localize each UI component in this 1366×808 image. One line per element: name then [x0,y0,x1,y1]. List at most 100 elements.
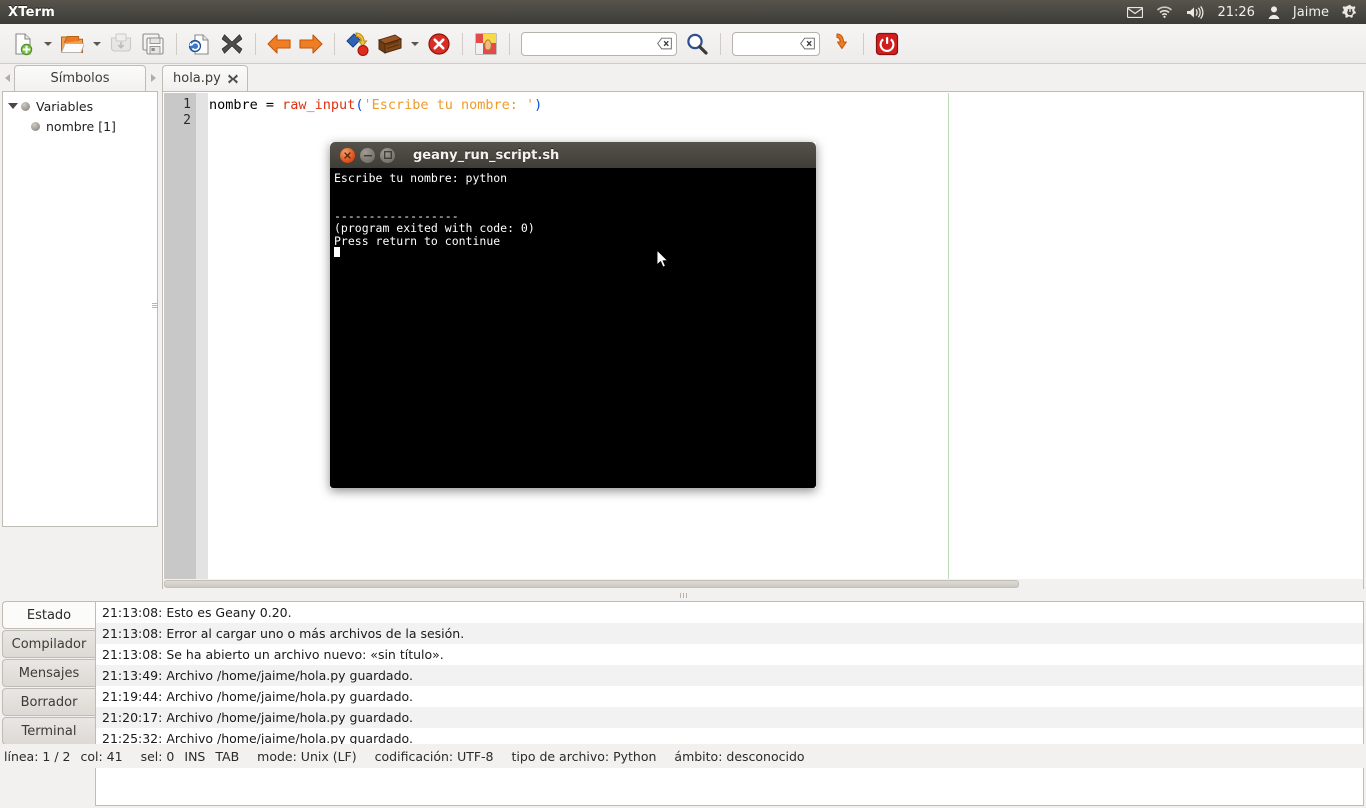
envelope-icon[interactable] [1127,6,1144,18]
toolbar-separator [462,32,463,55]
window-minimize-icon[interactable] [360,147,375,163]
toolbar-separator [863,32,864,55]
editor-tab-label: hola.py [173,71,221,86]
terminal-window-title: geany_run_script.sh [413,147,560,163]
window-close-icon[interactable] [340,147,355,163]
compile-button[interactable] [343,29,373,59]
panel-clock[interactable]: 21:26 [1217,5,1254,20]
jump-to-icon[interactable] [825,29,855,59]
terminal-line: Escribe tu nombre: python [334,171,508,185]
save-button [106,29,136,59]
message-tab-estado[interactable]: Estado [2,601,95,629]
app-title: XTerm [8,4,55,20]
terminal-titlebar[interactable]: geany_run_script.sh [330,142,816,168]
marker-gutter[interactable] [196,93,208,585]
terminal-output[interactable]: Escribe tu nombre: python --------------… [330,168,816,488]
scrollbar-thumb[interactable] [164,580,1019,588]
search-icon[interactable] [682,29,712,59]
build-button[interactable] [375,29,405,59]
navigate-forward-button[interactable] [296,29,326,59]
quit-button[interactable] [872,29,902,59]
editor-horizontal-scrollbar[interactable] [162,579,1364,589]
unity-top-panel: XTerm 21:26 Jaime [0,0,1366,24]
session-user-name[interactable]: Jaime [1293,5,1329,20]
list-item[interactable]: 21:13:08: Esto es Geany 0.20. [96,602,1363,623]
code-token: raw_input [282,97,356,113]
toolbar-separator [720,32,721,55]
scrollbar-thumb[interactable] [150,92,158,526]
splitter-handle[interactable] [679,592,687,598]
status-line: línea: 1 / 2 [4,748,71,764]
mouse-pointer-icon [614,236,669,283]
window-maximize-icon[interactable] [380,147,395,163]
tree-item-label: Variables [36,98,94,114]
new-document-button[interactable] [8,29,38,59]
navigate-back-button[interactable] [264,29,294,59]
list-item[interactable]: 21:19:44: Archivo /home/jaime/hola.py gu… [96,686,1363,707]
sidebar-tab-scroll-left[interactable] [0,65,14,91]
list-item[interactable]: 21:13:49: Archivo /home/jaime/hola.py gu… [96,665,1363,686]
message-tab-compilador[interactable]: Compilador [2,630,95,658]
search-input[interactable] [521,31,677,56]
chevron-down-icon[interactable] [7,100,19,112]
tree-item-variables[interactable]: Variables [3,96,157,116]
message-tab-borrador[interactable]: Borrador [2,688,95,716]
code-token: ) [534,97,543,113]
line-number: 2 [183,113,191,128]
statusbar: línea: 1 / 2 col: 41 sel: 0 INS TAB mode… [0,744,1366,768]
tree-item-nombre[interactable]: nombre [1] [3,116,157,136]
status-eol-mode: mode: Unix (LF) [257,748,357,764]
open-folder-menu-arrow[interactable] [89,29,104,59]
status-insert-mode: INS [184,748,206,764]
status-scope: ámbito: desconocido [674,748,805,764]
sidebar-tab-symbols[interactable]: Símbolos [14,65,146,91]
message-tab-label: Compilador [11,636,87,652]
message-window: Estado Compilador Mensajes Borrador Term… [0,599,1366,808]
tree-item-label: nombre [1] [46,118,116,134]
save-all-button[interactable] [138,29,168,59]
status-tab-mode: TAB [215,748,240,764]
color-chooser-button[interactable] [471,29,501,59]
symbols-tree[interactable]: Variables nombre [1] [2,91,158,527]
gear-power-icon[interactable] [1342,4,1358,20]
sidebar: Símbolos Variables nombre [1] [0,64,160,528]
close-icon[interactable] [227,73,239,85]
pane-splitter[interactable] [0,591,1366,599]
long-line-margin-marker [948,93,949,585]
terminal-line: Press return to continue [334,233,501,248]
code-token: nombre = [209,97,283,113]
editor-tabbar: hola.py [162,65,1364,91]
goto-line-input[interactable] [732,31,820,56]
revert-button[interactable] [185,29,215,59]
scrollbar-grip [152,303,157,309]
sidebar-vertical-scrollbar[interactable] [150,92,158,526]
wifi-icon[interactable] [1156,6,1173,18]
system-tray: 21:26 Jaime [1127,4,1366,20]
clear-icon[interactable] [800,37,815,50]
status-col: col: 41 [80,748,123,764]
editor-tab-hola-py[interactable]: hola.py [162,65,248,91]
symbol-node-icon [21,101,30,111]
list-item[interactable]: 21:20:17: Archivo /home/jaime/hola.py gu… [96,707,1363,728]
code-token: 'Escribe tu nombre: ' [363,97,535,113]
new-document-menu-arrow[interactable] [40,29,55,59]
terminal-window[interactable]: geany_run_script.sh Escribe tu nombre: p… [330,142,816,488]
volume-icon[interactable] [1186,5,1204,19]
message-tab-mensajes[interactable]: Mensajes [2,659,95,687]
terminal-cursor [334,247,340,257]
list-item[interactable]: 21:13:08: Error al cargar uno o más arch… [96,623,1363,644]
sidebar-tab-scroll-right[interactable] [146,65,160,91]
clear-icon[interactable] [657,37,672,50]
status-message-list[interactable]: 21:13:08: Esto es Geany 0.20. 21:13:08: … [95,601,1364,806]
toolbar-separator [255,32,256,55]
message-tabs: Estado Compilador Mensajes Borrador Term… [2,601,95,806]
sidebar-notebook-header: Símbolos [0,65,160,91]
main-toolbar [0,24,1366,64]
stop-button[interactable] [424,29,454,59]
open-folder-button[interactable] [57,29,87,59]
build-menu-arrow[interactable] [407,29,422,59]
close-document-button[interactable] [217,29,247,59]
message-tab-terminal[interactable]: Terminal [2,717,95,745]
message-tab-label: Estado [26,607,72,623]
list-item[interactable]: 21:13:08: Se ha abierto un archivo nuevo… [96,644,1363,665]
